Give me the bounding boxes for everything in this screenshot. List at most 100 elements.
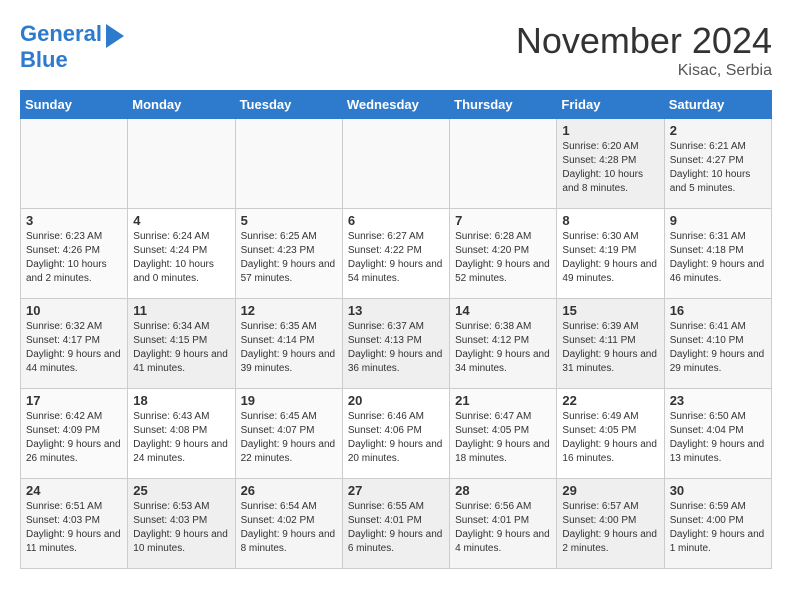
calendar-cell: 20 Sunrise: 6:46 AM Sunset: 4:06 PM Dayli… <box>342 389 449 479</box>
day-info: Sunrise: 6:55 AM Sunset: 4:01 PM Dayligh… <box>348 500 444 556</box>
day-number: 23 <box>670 393 766 408</box>
day-info: Sunrise: 6:23 AM Sunset: 4:26 PM Dayligh… <box>26 230 122 286</box>
logo-blue: Blue <box>20 48 68 72</box>
day-info: Sunrise: 6:42 AM Sunset: 4:09 PM Dayligh… <box>26 410 122 466</box>
calendar-cell: 23 Sunrise: 6:50 AM Sunset: 4:04 PM Dayli… <box>664 389 771 479</box>
calendar-cell: 22Sunrise: 6:49 AM Sunset: 4:05 PM Dayli… <box>557 389 664 479</box>
day-number: 24 <box>26 483 122 498</box>
day-number: 20 <box>348 393 444 408</box>
day-number: 2 <box>670 123 766 138</box>
day-info: Sunrise: 6:43 AM Sunset: 4:08 PM Dayligh… <box>133 410 229 466</box>
day-number: 18 <box>133 393 229 408</box>
calendar-week-5: 24Sunrise: 6:51 AM Sunset: 4:03 PM Dayli… <box>21 479 772 569</box>
day-number: 12 <box>241 303 337 318</box>
day-number: 7 <box>455 213 551 228</box>
calendar-cell: 26 Sunrise: 6:54 AM Sunset: 4:02 PM Dayli… <box>235 479 342 569</box>
calendar-header-row: SundayMondayTuesdayWednesdayThursdayFrid… <box>21 91 772 119</box>
calendar-cell: 30 Sunrise: 6:59 AM Sunset: 4:00 PM Dayli… <box>664 479 771 569</box>
col-header-wednesday: Wednesday <box>342 91 449 119</box>
month-title: November 2024 <box>516 20 772 62</box>
day-info: Sunrise: 6:54 AM Sunset: 4:02 PM Dayligh… <box>241 500 337 556</box>
day-number: 26 <box>241 483 337 498</box>
calendar-cell: 24Sunrise: 6:51 AM Sunset: 4:03 PM Dayli… <box>21 479 128 569</box>
logo-arrow-icon <box>106 24 124 48</box>
calendar-cell: 18 Sunrise: 6:43 AM Sunset: 4:08 PM Dayli… <box>128 389 235 479</box>
day-info: Sunrise: 6:35 AM Sunset: 4:14 PM Dayligh… <box>241 320 337 376</box>
calendar-cell: 11Sunrise: 6:34 AM Sunset: 4:15 PM Dayli… <box>128 299 235 389</box>
day-info: Sunrise: 6:37 AM Sunset: 4:13 PM Dayligh… <box>348 320 444 376</box>
day-info: Sunrise: 6:24 AM Sunset: 4:24 PM Dayligh… <box>133 230 229 286</box>
calendar-cell <box>235 119 342 209</box>
calendar-cell: 1Sunrise: 6:20 AM Sunset: 4:28 PM Daylig… <box>557 119 664 209</box>
day-number: 6 <box>348 213 444 228</box>
day-number: 8 <box>562 213 658 228</box>
calendar-cell <box>128 119 235 209</box>
day-number: 13 <box>348 303 444 318</box>
calendar-cell: 5Sunrise: 6:25 AM Sunset: 4:23 PM Daylig… <box>235 209 342 299</box>
day-number: 5 <box>241 213 337 228</box>
day-info: Sunrise: 6:59 AM Sunset: 4:00 PM Dayligh… <box>670 500 766 556</box>
calendar-cell: 15 Sunrise: 6:39 AM Sunset: 4:11 PM Dayli… <box>557 299 664 389</box>
day-number: 30 <box>670 483 766 498</box>
calendar-table: SundayMondayTuesdayWednesdayThursdayFrid… <box>20 90 772 569</box>
day-info: Sunrise: 6:56 AM Sunset: 4:01 PM Dayligh… <box>455 500 551 556</box>
calendar-cell <box>342 119 449 209</box>
day-info: Sunrise: 6:39 AM Sunset: 4:11 PM Dayligh… <box>562 320 658 376</box>
calendar-cell: 10 Sunrise: 6:32 AM Sunset: 4:17 PM Dayli… <box>21 299 128 389</box>
col-header-tuesday: Tuesday <box>235 91 342 119</box>
col-header-friday: Friday <box>557 91 664 119</box>
day-number: 14 <box>455 303 551 318</box>
location: Kisac, Serbia <box>516 62 772 80</box>
calendar-cell <box>21 119 128 209</box>
day-info: Sunrise: 6:53 AM Sunset: 4:03 PM Dayligh… <box>133 500 229 556</box>
calendar-cell: 4 Sunrise: 6:24 AM Sunset: 4:24 PM Daylig… <box>128 209 235 299</box>
calendar-week-1: 1Sunrise: 6:20 AM Sunset: 4:28 PM Daylig… <box>21 119 772 209</box>
day-number: 3 <box>26 213 122 228</box>
day-number: 15 <box>562 303 658 318</box>
day-number: 9 <box>670 213 766 228</box>
day-info: Sunrise: 6:20 AM Sunset: 4:28 PM Dayligh… <box>562 140 658 196</box>
day-number: 10 <box>26 303 122 318</box>
col-header-thursday: Thursday <box>450 91 557 119</box>
calendar-cell <box>450 119 557 209</box>
header: General Blue November 2024 Kisac, Serbia <box>20 20 772 80</box>
col-header-sunday: Sunday <box>21 91 128 119</box>
day-number: 29 <box>562 483 658 498</box>
calendar-cell: 2 Sunrise: 6:21 AM Sunset: 4:27 PM Daylig… <box>664 119 771 209</box>
calendar-cell: 9 Sunrise: 6:31 AM Sunset: 4:18 PM Daylig… <box>664 209 771 299</box>
calendar-cell: 25Sunrise: 6:53 AM Sunset: 4:03 PM Dayli… <box>128 479 235 569</box>
day-number: 4 <box>133 213 229 228</box>
calendar-cell: 3 Sunrise: 6:23 AM Sunset: 4:26 PM Daylig… <box>21 209 128 299</box>
calendar-cell: 8Sunrise: 6:30 AM Sunset: 4:19 PM Daylig… <box>557 209 664 299</box>
day-info: Sunrise: 6:28 AM Sunset: 4:20 PM Dayligh… <box>455 230 551 286</box>
day-number: 21 <box>455 393 551 408</box>
day-info: Sunrise: 6:34 AM Sunset: 4:15 PM Dayligh… <box>133 320 229 376</box>
day-info: Sunrise: 6:50 AM Sunset: 4:04 PM Dayligh… <box>670 410 766 466</box>
calendar-cell: 19 Sunrise: 6:45 AM Sunset: 4:07 PM Dayli… <box>235 389 342 479</box>
day-info: Sunrise: 6:49 AM Sunset: 4:05 PM Dayligh… <box>562 410 658 466</box>
calendar-cell: 16 Sunrise: 6:41 AM Sunset: 4:10 PM Dayli… <box>664 299 771 389</box>
day-number: 19 <box>241 393 337 408</box>
calendar-cell: 29 Sunrise: 6:57 AM Sunset: 4:00 PM Dayli… <box>557 479 664 569</box>
page-container: General Blue November 2024 Kisac, Serbia… <box>0 0 792 579</box>
day-info: Sunrise: 6:45 AM Sunset: 4:07 PM Dayligh… <box>241 410 337 466</box>
day-number: 16 <box>670 303 766 318</box>
calendar-cell: 28Sunrise: 6:56 AM Sunset: 4:01 PM Dayli… <box>450 479 557 569</box>
day-number: 27 <box>348 483 444 498</box>
day-info: Sunrise: 6:57 AM Sunset: 4:00 PM Dayligh… <box>562 500 658 556</box>
day-info: Sunrise: 6:32 AM Sunset: 4:17 PM Dayligh… <box>26 320 122 376</box>
calendar-cell: 13 Sunrise: 6:37 AM Sunset: 4:13 PM Dayli… <box>342 299 449 389</box>
calendar-week-2: 3 Sunrise: 6:23 AM Sunset: 4:26 PM Daylig… <box>21 209 772 299</box>
calendar-cell: 7 Sunrise: 6:28 AM Sunset: 4:20 PM Daylig… <box>450 209 557 299</box>
calendar-cell: 6Sunrise: 6:27 AM Sunset: 4:22 PM Daylig… <box>342 209 449 299</box>
day-info: Sunrise: 6:21 AM Sunset: 4:27 PM Dayligh… <box>670 140 766 196</box>
day-info: Sunrise: 6:31 AM Sunset: 4:18 PM Dayligh… <box>670 230 766 286</box>
col-header-saturday: Saturday <box>664 91 771 119</box>
day-info: Sunrise: 6:38 AM Sunset: 4:12 PM Dayligh… <box>455 320 551 376</box>
day-info: Sunrise: 6:41 AM Sunset: 4:10 PM Dayligh… <box>670 320 766 376</box>
calendar-cell: 14 Sunrise: 6:38 AM Sunset: 4:12 PM Dayli… <box>450 299 557 389</box>
day-info: Sunrise: 6:46 AM Sunset: 4:06 PM Dayligh… <box>348 410 444 466</box>
day-number: 17 <box>26 393 122 408</box>
logo: General Blue <box>20 20 124 72</box>
calendar-cell: 21Sunrise: 6:47 AM Sunset: 4:05 PM Dayli… <box>450 389 557 479</box>
